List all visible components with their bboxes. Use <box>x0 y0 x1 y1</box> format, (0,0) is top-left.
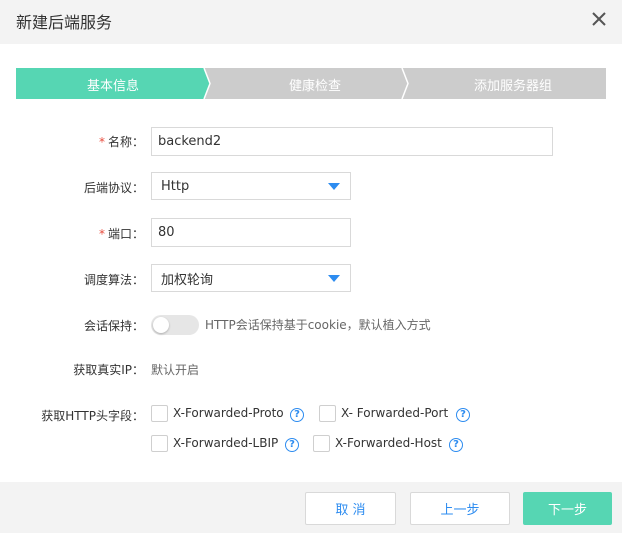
session-hint: HTTP会话保持基于cookie，默认植入方式 <box>205 318 431 332</box>
dialog-header: 新建后端服务 <box>0 0 622 44</box>
dialog-title: 新建后端服务 <box>16 13 113 32</box>
algorithm-select[interactable]: 加权轮询 <box>151 264 351 292</box>
new-backend-service-dialog: 新建后端服务 基本信息 健康检查 添加服务器组 * 名称： backend2 后端… <box>0 0 622 533</box>
lbip-checkbox-label: X-Forwarded-LBIP <box>173 436 279 450</box>
help-icon[interactable]: ? <box>456 408 470 422</box>
algorithm-value: 加权轮询 <box>161 272 214 288</box>
name-label: * 名称： <box>98 135 144 149</box>
help-icon[interactable]: ? <box>449 438 463 452</box>
port-checkbox[interactable] <box>319 405 336 422</box>
lbip-checkbox[interactable] <box>151 435 168 452</box>
port-label: * 端口： <box>98 227 144 241</box>
step-add-server-group: 添加服务器组 <box>473 79 552 94</box>
help-icon[interactable]: ? <box>290 408 304 422</box>
algorithm-label: 调度算法： <box>83 273 144 287</box>
close-icon[interactable] <box>588 8 610 30</box>
protocol-label: 后端协议： <box>83 181 144 195</box>
protocol-value: Http <box>161 178 190 194</box>
name-input[interactable]: backend2 <box>151 127 553 156</box>
session-toggle[interactable] <box>151 315 199 335</box>
port-checkbox-label: X- Forwarded-Port <box>341 406 449 420</box>
session-label: 会话保持： <box>83 319 144 333</box>
step-progress: 基本信息 健康检查 添加服务器组 <box>16 68 606 99</box>
real-ip-label: 获取真实IP： <box>73 363 144 377</box>
cancel-button[interactable]: 取 消 <box>305 492 396 525</box>
http-headers-label: 获取HTTP头字段： <box>41 409 144 423</box>
real-ip-value: 默认开启 <box>151 363 200 377</box>
proto-checkbox[interactable] <box>151 405 168 422</box>
chevron-down-icon <box>328 275 340 282</box>
protocol-select[interactable]: Http <box>151 172 351 200</box>
host-checkbox[interactable] <box>313 435 330 452</box>
port-input[interactable]: 80 <box>151 218 351 247</box>
required-mark: * <box>98 135 105 149</box>
host-checkbox-label: X-Forwarded-Host <box>335 436 442 450</box>
toggle-knob <box>153 317 169 333</box>
required-mark: * <box>98 227 105 241</box>
step-health-check: 健康检查 <box>288 79 341 94</box>
step-basic-info: 基本信息 <box>86 79 139 94</box>
next-step-button[interactable]: 下一步 <box>523 492 612 525</box>
help-icon[interactable]: ? <box>285 438 299 452</box>
proto-checkbox-label: X-Forwarded-Proto <box>173 406 284 420</box>
chevron-down-icon <box>328 183 340 190</box>
previous-step-button[interactable]: 上一步 <box>410 492 510 525</box>
